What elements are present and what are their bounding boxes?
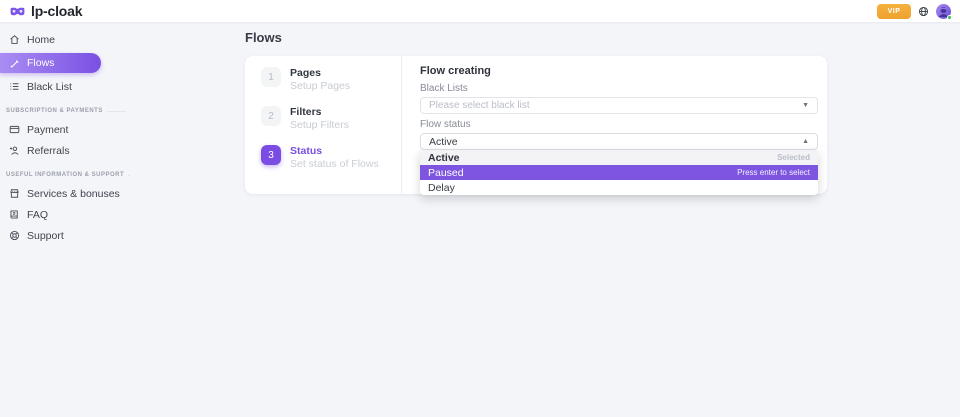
black-list-icon <box>9 81 20 92</box>
section-divider <box>107 111 126 112</box>
sidebar-item-label: Payment <box>27 124 68 136</box>
sidebar-item-black-list[interactable]: Black List <box>0 76 130 97</box>
step-status[interactable]: 3 Status Set status of Flows <box>261 145 401 170</box>
flow-status-label: Flow status <box>420 119 818 131</box>
language-globe-icon[interactable] <box>918 6 929 17</box>
chevron-up-icon: ▲ <box>802 138 809 145</box>
flows-icon <box>9 58 20 69</box>
step-number: 3 <box>261 145 281 165</box>
step-filters[interactable]: 2 Filters Setup Filters <box>261 106 401 131</box>
mask-logo-icon <box>9 6 26 17</box>
flow-creating-card: 1 Pages Setup Pages 2 Filters Setup Filt… <box>245 56 827 194</box>
step-subtitle: Setup Pages <box>290 80 350 93</box>
flow-status-value: Active <box>429 136 458 148</box>
option-label: Paused <box>428 167 464 179</box>
sidebar-item-label: Support <box>27 230 64 242</box>
sidebar-item-label: Black List <box>27 81 72 93</box>
top-bar: lp-cloak VIP <box>0 0 960 22</box>
dropdown-option-delay[interactable]: Delay <box>420 180 818 195</box>
chevron-down-icon: ▼ <box>802 102 809 109</box>
step-title: Filters <box>290 106 349 119</box>
sidebar-item-label: Flows <box>27 57 54 69</box>
option-label: Active <box>428 152 460 164</box>
flow-status-select[interactable]: Active ▲ <box>420 133 818 150</box>
sidebar-item-support[interactable]: Support <box>0 225 130 246</box>
credit-card-icon <box>9 124 20 135</box>
form-title: Flow creating <box>420 65 818 77</box>
black-lists-placeholder: Please select black list <box>429 100 530 111</box>
logo-text: lp-cloak <box>31 3 82 19</box>
option-label: Delay <box>428 182 455 194</box>
faq-icon <box>9 209 20 220</box>
app-logo[interactable]: lp-cloak <box>9 3 82 19</box>
user-avatar[interactable] <box>936 4 951 19</box>
flow-creating-form: Flow creating Black Lists Please select … <box>402 56 827 194</box>
sidebar-item-label: Referrals <box>27 145 70 157</box>
step-subtitle: Setup Filters <box>290 119 349 132</box>
shop-icon <box>9 188 20 199</box>
referrals-icon <box>9 145 20 156</box>
sidebar-nav: Home Flows Black List SUBSCRIPTION & PAY… <box>0 22 130 246</box>
sidebar-item-flows[interactable]: Flows <box>0 53 101 73</box>
steps-column: 1 Pages Setup Pages 2 Filters Setup Filt… <box>245 56 402 194</box>
online-status-dot <box>947 15 952 20</box>
section-title-text: USEFUL INFORMATION & SUPPORT <box>6 172 124 178</box>
section-title-text: SUBSCRIPTION & PAYMENTS <box>6 108 103 114</box>
home-icon <box>9 34 20 45</box>
sidebar-section-support: USEFUL INFORMATION & SUPPORT <box>0 172 130 178</box>
step-pages[interactable]: 1 Pages Setup Pages <box>261 67 401 92</box>
sidebar-item-label: Home <box>27 34 55 46</box>
option-hint: Selected <box>777 153 810 162</box>
sidebar-item-home[interactable]: Home <box>0 29 130 50</box>
sidebar-item-services-bonuses[interactable]: Services & bonuses <box>0 183 130 204</box>
sidebar-item-referrals[interactable]: Referrals <box>0 140 130 161</box>
black-lists-select[interactable]: Please select black list ▼ <box>420 97 818 114</box>
step-title: Pages <box>290 67 350 80</box>
step-subtitle: Set status of Flows <box>290 158 379 171</box>
sidebar-item-label: FAQ <box>27 209 48 221</box>
sidebar-item-payment[interactable]: Payment <box>0 119 130 140</box>
option-hint: Press enter to select <box>737 168 810 177</box>
step-number: 2 <box>261 106 281 126</box>
dropdown-option-active[interactable]: Active Selected <box>420 150 818 165</box>
header-actions: VIP <box>877 4 951 19</box>
sidebar-section-subscription: SUBSCRIPTION & PAYMENTS <box>0 108 130 114</box>
main-content: Flows 1 Pages Setup Pages 2 Filters Setu… <box>245 22 827 194</box>
page-title: Flows <box>245 30 827 45</box>
step-number: 1 <box>261 67 281 87</box>
sidebar-item-label: Services & bonuses <box>27 188 120 200</box>
black-lists-label: Black Lists <box>420 83 818 95</box>
dropdown-option-paused[interactable]: Paused Press enter to select <box>420 165 818 180</box>
step-title: Status <box>290 145 379 158</box>
flow-status-dropdown: Active Selected Paused Press enter to se… <box>420 150 818 195</box>
life-ring-icon <box>9 230 20 241</box>
sidebar-item-faq[interactable]: FAQ <box>0 204 130 225</box>
section-divider <box>128 175 130 176</box>
vip-button[interactable]: VIP <box>877 4 911 19</box>
